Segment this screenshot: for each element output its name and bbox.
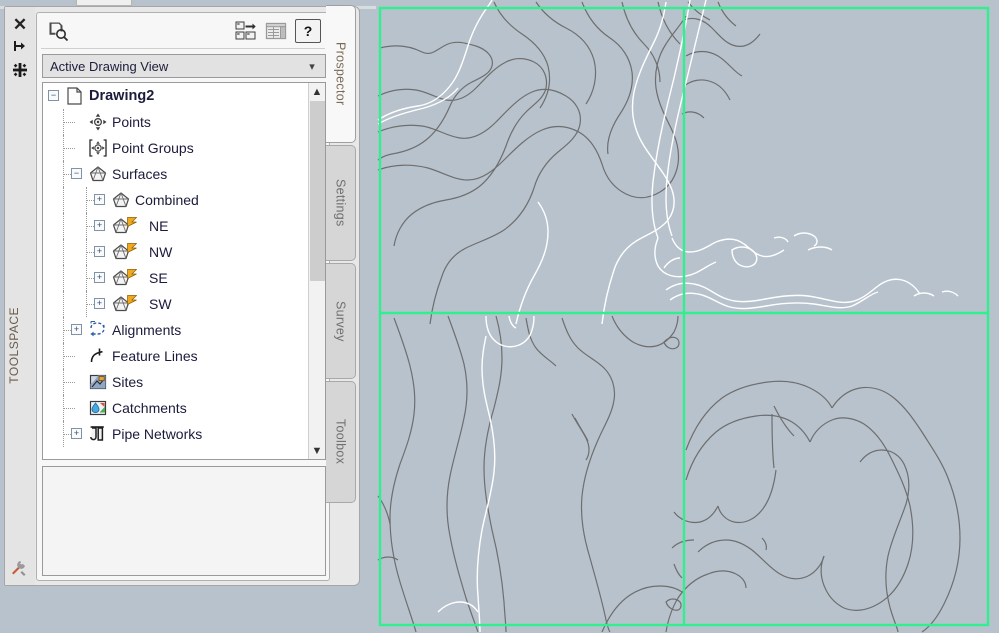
tree-item-label: Combined: [135, 192, 199, 208]
feature-lines-icon: [88, 346, 108, 366]
tree-connector: [63, 213, 64, 239]
drawing-icon: [65, 86, 85, 106]
tree-item-se[interactable]: + SE: [43, 265, 309, 291]
tree-item-nw[interactable]: + NW: [43, 239, 309, 265]
points-icon: [88, 112, 108, 132]
tree-item-label: Points: [112, 114, 151, 130]
view-selector-combobox[interactable]: Active Drawing View ▾: [42, 54, 326, 78]
tab-survey-label: Survey: [333, 300, 348, 342]
panel-properties-icon[interactable]: [9, 59, 31, 81]
toolspace-label: TOOLSPACE: [7, 307, 21, 384]
tree-item-drawing2[interactable]: − Drawing2: [43, 83, 309, 109]
chevron-down-icon[interactable]: ▼: [309, 442, 325, 459]
item-view-icon[interactable]: [263, 19, 289, 43]
tree-connector: [63, 122, 75, 123]
tree-connector: [63, 239, 64, 265]
out-of-date-flag-icon: [127, 241, 138, 254]
tab-prospector-label: Prospector: [333, 42, 348, 106]
sites-icon: [88, 372, 108, 392]
tree-item-surfaces[interactable]: − Surfaces: [43, 161, 309, 187]
toolspace-title-rail: ✕ TOOLSPACE: [5, 7, 35, 585]
tab-settings[interactable]: Settings: [326, 145, 356, 261]
tree-connector: [63, 187, 64, 213]
tree-item-point-groups[interactable]: Point Groups: [43, 135, 309, 161]
catchments-icon: [88, 398, 108, 418]
tree-item-catchments[interactable]: Catchments: [43, 395, 309, 421]
preview-zoom-icon[interactable]: [43, 19, 73, 43]
tree-connector: [63, 408, 75, 409]
tree-scrollbar[interactable]: ▲ ▼: [308, 83, 325, 459]
tree-connector: [63, 382, 75, 383]
surface-icon: [111, 190, 131, 210]
expand-toggle-icon[interactable]: +: [94, 246, 105, 257]
point-groups-icon: [88, 138, 108, 158]
tree-item-label: Surfaces: [112, 166, 168, 182]
expand-toggle-icon[interactable]: +: [94, 194, 105, 205]
tree-item-label: Feature Lines: [112, 348, 198, 364]
tree-item-pipe-networks[interactable]: + Pipe Networks: [43, 421, 309, 447]
tree-connector: [63, 148, 75, 149]
chevron-down-icon[interactable]: ▾: [299, 60, 325, 73]
tree-connector: [63, 265, 64, 291]
out-of-date-flag-icon: [127, 215, 138, 228]
tree-item-combined[interactable]: + Combined: [43, 187, 309, 213]
out-of-date-flag-icon: [127, 293, 138, 306]
help-button[interactable]: ?: [295, 19, 321, 43]
tab-settings-label: Settings: [333, 179, 348, 227]
tree-item-sw[interactable]: + SW: [43, 291, 309, 317]
preview-list-panel[interactable]: [42, 466, 326, 576]
prospector-toolbar: ?: [37, 13, 329, 49]
view-selector-value: Active Drawing View: [50, 58, 169, 74]
tree-item-label: Alignments: [112, 322, 182, 338]
expand-toggle-icon[interactable]: +: [71, 324, 82, 335]
expand-toggle-icon[interactable]: +: [94, 220, 105, 231]
prospector-palette: ? Active Drawing View ▾ − Drawing2 Points P…: [36, 12, 330, 581]
tree-item-label: SE: [149, 270, 168, 286]
tree-connector: [63, 291, 64, 317]
tab-survey[interactable]: Survey: [326, 263, 356, 379]
out-of-date-flag-icon: [127, 267, 138, 280]
tools-icon[interactable]: [9, 557, 31, 579]
tree-item-label: Sites: [112, 374, 144, 390]
scrollbar-thumb[interactable]: [310, 101, 325, 281]
surface-icon: [88, 164, 108, 184]
tree-item-ne[interactable]: + NE: [43, 213, 309, 239]
tab-prospector[interactable]: Prospector: [326, 5, 356, 143]
tree-connector: [63, 356, 75, 357]
tab-toolbox-label: Toolbox: [333, 419, 348, 465]
alignments-icon: [88, 320, 108, 340]
contour-map: [376, 0, 999, 633]
tree-item-label: Catchments: [112, 400, 187, 416]
expand-toggle-icon[interactable]: +: [94, 272, 105, 283]
collapse-toggle-icon[interactable]: −: [71, 168, 82, 179]
tree-item-alignments[interactable]: + Alignments: [43, 317, 309, 343]
prospector-tree[interactable]: − Drawing2 Points Point Groups − Surfaces + Com…: [42, 82, 326, 460]
tree-node-list: − Drawing2 Points Point Groups − Surfaces + Com…: [43, 83, 309, 459]
tree-item-feature-lines[interactable]: Feature Lines: [43, 343, 309, 369]
close-icon[interactable]: ✕: [9, 13, 31, 35]
toolbar-separator: [41, 48, 325, 49]
toolspace-tab-strip: Prospector Settings Survey Toolbox: [326, 5, 356, 575]
expand-toggle-icon[interactable]: +: [94, 298, 105, 309]
drawing-view[interactable]: [376, 0, 999, 633]
expand-toggle-icon[interactable]: +: [71, 428, 82, 439]
toolspace-panel: ✕ TOOLSPACE ? Active Drawing View ▾ − Dr…: [4, 6, 360, 586]
tree-item-label: SW: [149, 296, 172, 312]
tree-item-label: Pipe Networks: [112, 426, 203, 442]
tree-item-label: Point Groups: [112, 140, 194, 156]
chevron-up-icon[interactable]: ▲: [309, 83, 325, 100]
auto-hide-pin-icon[interactable]: [9, 35, 31, 57]
pipe-networks-icon: [88, 424, 108, 444]
collapse-toggle-icon[interactable]: −: [48, 90, 59, 101]
tree-item-label: NE: [149, 218, 169, 234]
tree-item-points[interactable]: Points: [43, 109, 309, 135]
tree-item-label: NW: [149, 244, 173, 260]
tree-item-sites[interactable]: Sites: [43, 369, 309, 395]
panorama-icon[interactable]: [233, 19, 259, 43]
tree-item-label: Drawing2: [89, 88, 155, 104]
tab-toolbox[interactable]: Toolbox: [326, 381, 356, 503]
